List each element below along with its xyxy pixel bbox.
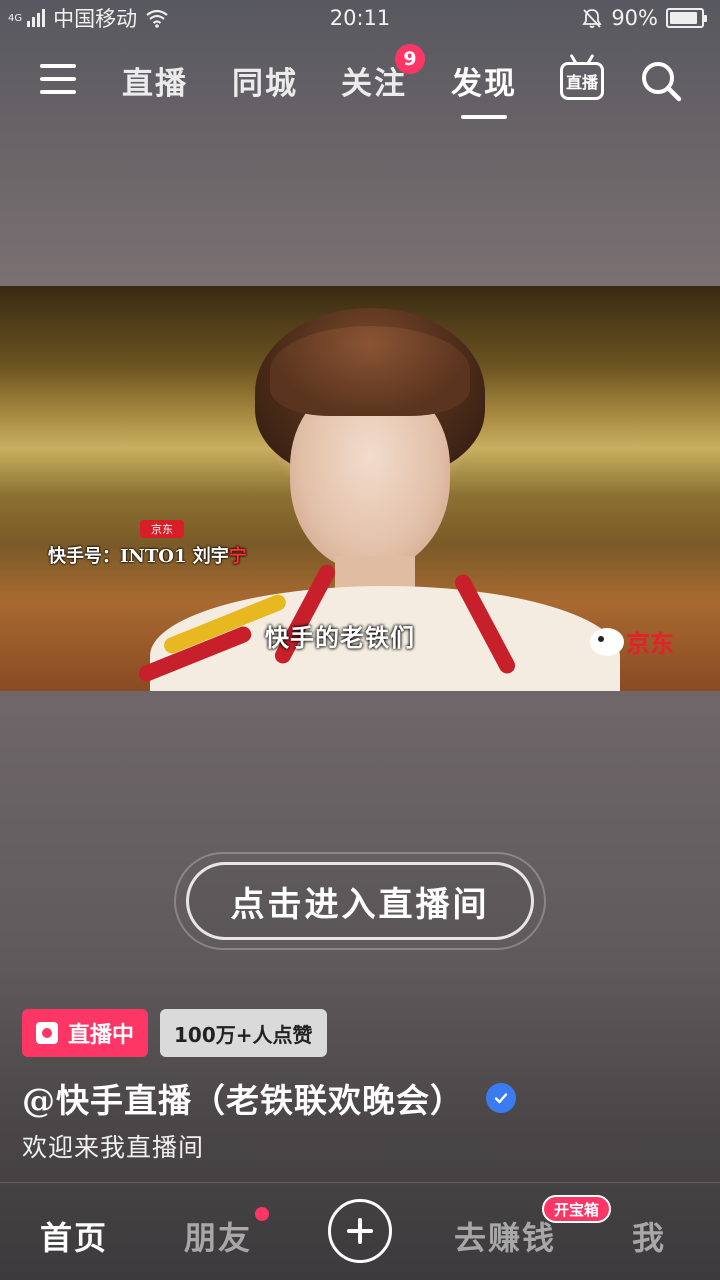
jd-dog-icon xyxy=(590,627,624,656)
friends-notification-dot xyxy=(255,1207,269,1221)
nav-home[interactable]: 首页 xyxy=(40,1213,108,1259)
author-row[interactable]: @快手直播（老铁联欢晚会） xyxy=(22,1074,516,1122)
live-tv-label: 直播 xyxy=(565,73,598,92)
battery-percent: 90% xyxy=(611,6,658,30)
live-tv-icon: 直播 xyxy=(560,62,604,100)
performer-bangs xyxy=(270,326,470,416)
live-video-preview[interactable]: 京东 快手号：INTO1 刘宇宁 快手的老铁们 京东 xyxy=(0,286,720,691)
nav-friends[interactable]: 朋友 xyxy=(184,1213,252,1259)
live-status-label: 直播中 xyxy=(68,1023,135,1048)
battery-fill xyxy=(670,12,697,24)
video-handle: 快手号：INTO1 刘宇宁 xyxy=(48,542,247,568)
status-bar: 4G 中国移动 20:11 90% xyxy=(0,0,720,36)
bell-muted-icon xyxy=(582,9,602,28)
enter-live-button[interactable]: 点击进入直播间 xyxy=(186,862,534,940)
treasure-box-badge[interactable]: 开宝箱 xyxy=(542,1195,612,1223)
live-tv-button[interactable]: 直播 xyxy=(560,53,604,102)
jd-watermark: 京东 xyxy=(590,624,674,659)
battery-icon xyxy=(666,8,707,28)
tab-discover[interactable]: 发现 xyxy=(451,58,517,119)
create-post-button[interactable] xyxy=(328,1199,392,1263)
tab-live[interactable]: 直播 xyxy=(122,58,188,103)
author-name: @快手直播（老铁联欢晚会） xyxy=(22,1081,464,1120)
active-tab-indicator xyxy=(461,115,507,119)
carrier: 中国移动 xyxy=(53,7,138,31)
live-description: 欢迎来我直播间 xyxy=(22,1133,205,1162)
tab-nearby[interactable]: 同城 xyxy=(232,58,298,103)
search-icon[interactable] xyxy=(640,60,682,102)
info-tags: 直播中 100万+人点赞 xyxy=(22,1009,327,1057)
nav-me[interactable]: 我 xyxy=(632,1213,666,1259)
tab-discover-label: 发现 xyxy=(451,66,517,102)
status-right: 90% xyxy=(581,6,707,30)
live-status-badge[interactable]: 直播中 xyxy=(22,1009,149,1057)
video-handle-suffix: 宁 xyxy=(228,546,247,567)
network-type: 4G xyxy=(8,12,23,24)
tab-following[interactable]: 关注 9 xyxy=(341,44,425,103)
bottom-nav: 首页 朋友 去赚钱 开宝箱 我 xyxy=(0,1182,720,1280)
signal-icon xyxy=(27,9,46,27)
top-nav: 直播 同城 关注 9 发现 直播 xyxy=(0,42,720,122)
jd-watermark-text: 京东 xyxy=(626,630,674,658)
video-caption: 快手的老铁们 xyxy=(265,624,415,652)
likes-badge: 100万+人点赞 xyxy=(160,1009,327,1057)
tab-following-label: 关注 xyxy=(341,66,407,102)
following-badge: 9 xyxy=(395,44,425,74)
menu-icon[interactable] xyxy=(40,64,76,94)
video-brand-tag: 京东 xyxy=(140,520,184,538)
live-icon xyxy=(36,1022,58,1044)
verified-icon xyxy=(486,1083,516,1113)
video-handle-text: 快手号：INTO1 刘宇 xyxy=(48,546,229,567)
nav-earn[interactable]: 去赚钱 xyxy=(454,1213,556,1259)
status-left: 4G 中国移动 xyxy=(8,3,581,33)
wifi-icon xyxy=(146,9,168,28)
